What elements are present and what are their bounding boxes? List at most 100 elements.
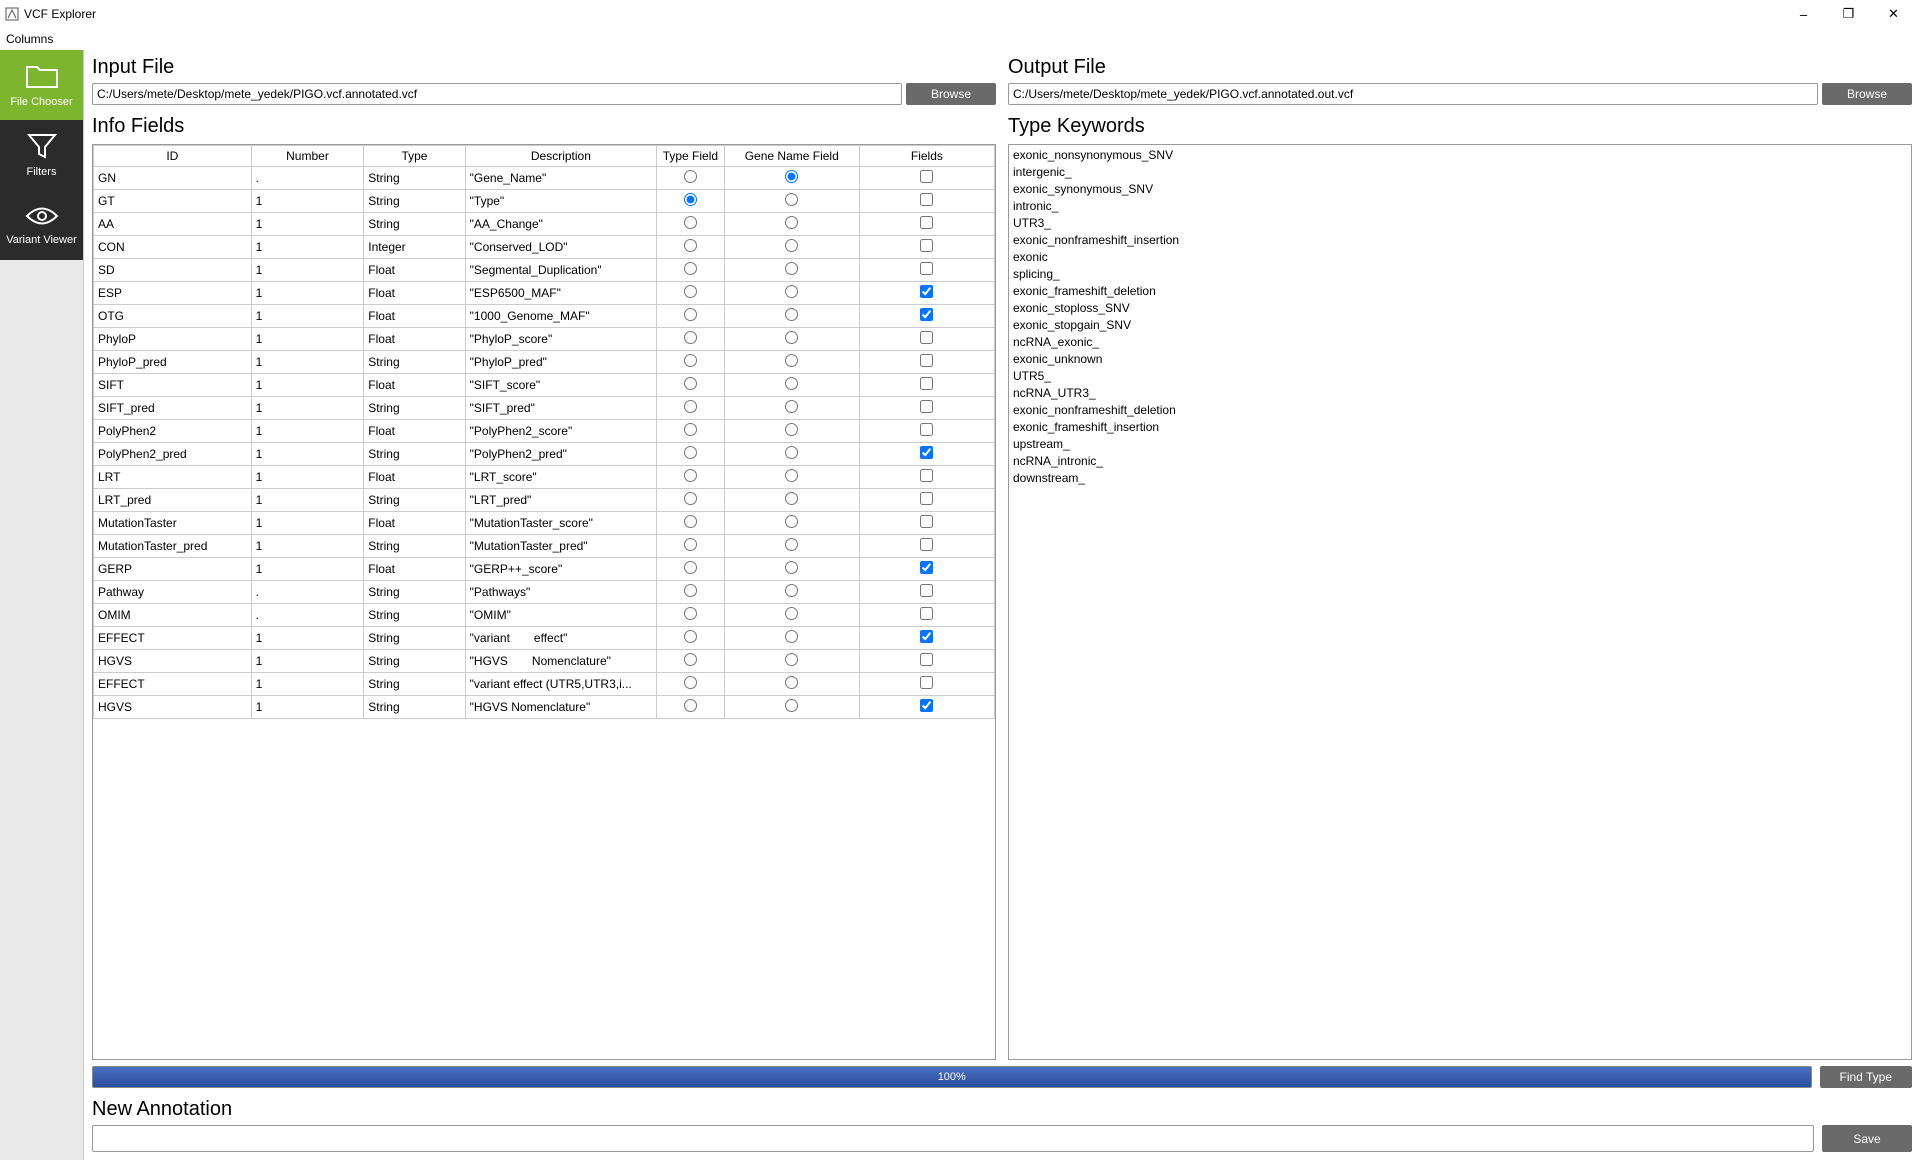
type-field-radio[interactable] — [684, 193, 697, 206]
gene-name-radio[interactable] — [785, 377, 798, 390]
fields-checkbox[interactable] — [920, 653, 933, 666]
gene-name-radio[interactable] — [785, 630, 798, 643]
fields-checkbox[interactable] — [920, 331, 933, 344]
keyword-item[interactable]: exonic_stopgain_SNV — [1013, 317, 1907, 334]
table-row[interactable]: GERP1Float"GERP++_score" — [94, 558, 995, 581]
keyword-item[interactable]: exonic_frameshift_insertion — [1013, 419, 1907, 436]
keyword-item[interactable]: exonic_nonframeshift_deletion — [1013, 402, 1907, 419]
gene-name-radio[interactable] — [785, 699, 798, 712]
table-row[interactable]: HGVS1String"HGVS Nomenclature" — [94, 696, 995, 719]
keyword-item[interactable]: ncRNA_intronic_ — [1013, 453, 1907, 470]
gene-name-radio[interactable] — [785, 285, 798, 298]
type-field-radio[interactable] — [684, 331, 697, 344]
type-field-radio[interactable] — [684, 285, 697, 298]
fields-checkbox[interactable] — [920, 607, 933, 620]
keyword-item[interactable]: splicing_ — [1013, 266, 1907, 283]
table-row[interactable]: EFFECT1String"variant effect (UTR5,UTR3,… — [94, 673, 995, 696]
gene-name-radio[interactable] — [785, 262, 798, 275]
keyword-item[interactable]: exonic_synonymous_SNV — [1013, 181, 1907, 198]
fields-checkbox[interactable] — [920, 423, 933, 436]
fields-checkbox[interactable] — [920, 400, 933, 413]
gene-name-radio[interactable] — [785, 607, 798, 620]
gene-name-radio[interactable] — [785, 561, 798, 574]
fields-checkbox[interactable] — [920, 561, 933, 574]
save-button[interactable]: Save — [1822, 1125, 1912, 1152]
type-field-radio[interactable] — [684, 469, 697, 482]
gene-name-radio[interactable] — [785, 515, 798, 528]
table-row[interactable]: MutationTaster1Float"MutationTaster_scor… — [94, 512, 995, 535]
keyword-item[interactable]: ncRNA_exonic_ — [1013, 334, 1907, 351]
new-annotation-input[interactable] — [92, 1125, 1814, 1152]
keyword-item[interactable]: exonic_frameshift_deletion — [1013, 283, 1907, 300]
fields-checkbox[interactable] — [920, 676, 933, 689]
maximize-button[interactable]: ❐ — [1826, 0, 1871, 28]
sidebar-item-filters[interactable]: Filters — [0, 120, 83, 190]
gene-name-radio[interactable] — [785, 653, 798, 666]
type-field-radio[interactable] — [684, 538, 697, 551]
type-field-radio[interactable] — [684, 354, 697, 367]
col-id[interactable]: ID — [94, 146, 252, 167]
gene-name-radio[interactable] — [785, 400, 798, 413]
table-row[interactable]: PolyPhen21Float"PolyPhen2_score" — [94, 420, 995, 443]
fields-checkbox[interactable] — [920, 262, 933, 275]
fields-checkbox[interactable] — [920, 216, 933, 229]
type-field-radio[interactable] — [684, 377, 697, 390]
keyword-item[interactable]: ncRNA_UTR3_ — [1013, 385, 1907, 402]
table-row[interactable]: SIFT1Float"SIFT_score" — [94, 374, 995, 397]
fields-checkbox[interactable] — [920, 630, 933, 643]
table-row[interactable]: ESP1Float"ESP6500_MAF" — [94, 282, 995, 305]
fields-checkbox[interactable] — [920, 308, 933, 321]
type-field-radio[interactable] — [684, 515, 697, 528]
gene-name-radio[interactable] — [785, 308, 798, 321]
type-field-radio[interactable] — [684, 607, 697, 620]
minimize-button[interactable]: – — [1781, 0, 1826, 28]
gene-name-radio[interactable] — [785, 469, 798, 482]
fields-checkbox[interactable] — [920, 170, 933, 183]
type-field-radio[interactable] — [684, 308, 697, 321]
table-row[interactable]: LRT_pred1String"LRT_pred" — [94, 489, 995, 512]
keyword-item[interactable]: exonic_nonsynonymous_SNV — [1013, 147, 1907, 164]
fields-checkbox[interactable] — [920, 584, 933, 597]
table-row[interactable]: SD1Float"Segmental_Duplication" — [94, 259, 995, 282]
output-file-path[interactable] — [1008, 83, 1818, 105]
keyword-item[interactable]: exonic — [1013, 249, 1907, 266]
gene-name-radio[interactable] — [785, 170, 798, 183]
col-description[interactable]: Description — [465, 146, 656, 167]
input-file-path[interactable] — [92, 83, 902, 105]
gene-name-radio[interactable] — [785, 216, 798, 229]
type-field-radio[interactable] — [684, 170, 697, 183]
keyword-item[interactable]: downstream_ — [1013, 470, 1907, 487]
fields-checkbox[interactable] — [920, 239, 933, 252]
fields-checkbox[interactable] — [920, 285, 933, 298]
type-field-radio[interactable] — [684, 653, 697, 666]
type-field-radio[interactable] — [684, 561, 697, 574]
table-row[interactable]: HGVS1String"HGVS Nomenclature" — [94, 650, 995, 673]
fields-checkbox[interactable] — [920, 699, 933, 712]
table-row[interactable]: GT1String"Type" — [94, 190, 995, 213]
table-row[interactable]: EFFECT1String"variant effect" — [94, 627, 995, 650]
table-row[interactable]: PolyPhen2_pred1String"PolyPhen2_pred" — [94, 443, 995, 466]
table-row[interactable]: PhyloP1Float"PhyloP_score" — [94, 328, 995, 351]
type-field-radio[interactable] — [684, 492, 697, 505]
table-row[interactable]: CON1Integer"Conserved_LOD" — [94, 236, 995, 259]
keyword-item[interactable]: upstream_ — [1013, 436, 1907, 453]
fields-checkbox[interactable] — [920, 492, 933, 505]
sidebar-item-file-chooser[interactable]: File Chooser — [0, 50, 83, 120]
fields-checkbox[interactable] — [920, 193, 933, 206]
type-field-radio[interactable] — [684, 446, 697, 459]
gene-name-radio[interactable] — [785, 676, 798, 689]
gene-name-radio[interactable] — [785, 492, 798, 505]
col-type[interactable]: Type — [364, 146, 465, 167]
keyword-item[interactable]: intergenic_ — [1013, 164, 1907, 181]
table-row[interactable]: GN.String"Gene_Name" — [94, 167, 995, 190]
gene-name-radio[interactable] — [785, 193, 798, 206]
fields-checkbox[interactable] — [920, 469, 933, 482]
type-field-radio[interactable] — [684, 699, 697, 712]
gene-name-radio[interactable] — [785, 584, 798, 597]
input-browse-button[interactable]: Browse — [906, 83, 996, 105]
col-number[interactable]: Number — [251, 146, 364, 167]
gene-name-radio[interactable] — [785, 538, 798, 551]
type-field-radio[interactable] — [684, 239, 697, 252]
col-gene-name-field[interactable]: Gene Name Field — [724, 146, 859, 167]
table-row[interactable]: OMIM.String"OMIM" — [94, 604, 995, 627]
